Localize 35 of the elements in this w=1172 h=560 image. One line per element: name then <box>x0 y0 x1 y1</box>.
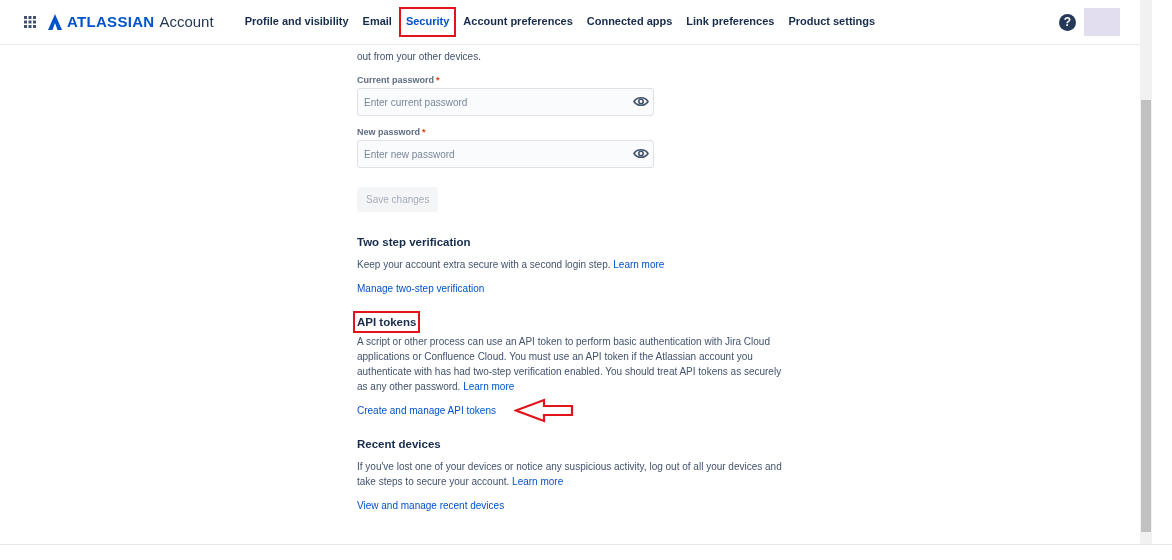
learn-more-link[interactable]: Learn more <box>613 259 665 270</box>
password-field[interactable]: Enter current password <box>357 88 654 116</box>
nav-tab[interactable]: Link preferences <box>679 7 782 37</box>
action-link[interactable]: Manage two-step verification <box>357 281 485 296</box>
learn-more-link[interactable]: Learn more <box>512 476 564 487</box>
section-heading: Recent devices <box>356 437 442 452</box>
intro-text: out from your other devices. <box>357 50 482 64</box>
action-link[interactable]: Create and manage API tokens <box>357 403 496 418</box>
product-name: Account <box>159 11 214 32</box>
nav-tab[interactable]: Email <box>355 7 399 37</box>
learn-more-link[interactable]: Learn more <box>463 381 515 392</box>
help-icon[interactable]: ? <box>1059 13 1076 31</box>
eye-icon[interactable] <box>633 148 649 159</box>
scrollbar[interactable] <box>1140 0 1152 544</box>
description-text: If you've lost one of your devices or notice any suspicious activity, log out of all your devices and take steps to secure your account. Learn more <box>357 460 783 489</box>
logo-icon <box>48 14 62 30</box>
action-link[interactable]: View and manage recent devices <box>357 498 505 513</box>
scrollbar-thumb[interactable] <box>1141 100 1151 532</box>
nav-tab[interactable]: Product settings <box>781 7 883 37</box>
required-mark: * <box>422 127 426 137</box>
nav-tab[interactable]: Account preferences <box>456 7 580 37</box>
nav-tab[interactable]: Profile and visibility <box>237 7 356 37</box>
nav-tab[interactable]: Security <box>398 7 457 37</box>
description-text: Keep your account extra secure with a second login step. Learn more <box>357 258 666 272</box>
field-label: New password <box>357 127 421 137</box>
brand-name: ATLASSIAN <box>67 11 155 32</box>
password-field[interactable]: Enter new password <box>357 140 654 168</box>
app-switcher-icon[interactable] <box>24 16 36 28</box>
nav-tab[interactable]: Connected apps <box>579 7 680 37</box>
eye-icon[interactable] <box>633 96 649 107</box>
section-heading: Two step verification <box>356 235 472 250</box>
description-text: A script or other process can use an API token to perform basic authentication with Jira Cloud applications or Confluence Cloud. You must use an API token if the Atlassian account you authenticate with has had two-step verification enabled. You should treat API tokens as securely as any other password. Learn more <box>357 335 783 394</box>
section-heading: API tokens <box>353 311 421 333</box>
required-mark: * <box>436 75 440 85</box>
field-label: Current password <box>357 75 434 85</box>
